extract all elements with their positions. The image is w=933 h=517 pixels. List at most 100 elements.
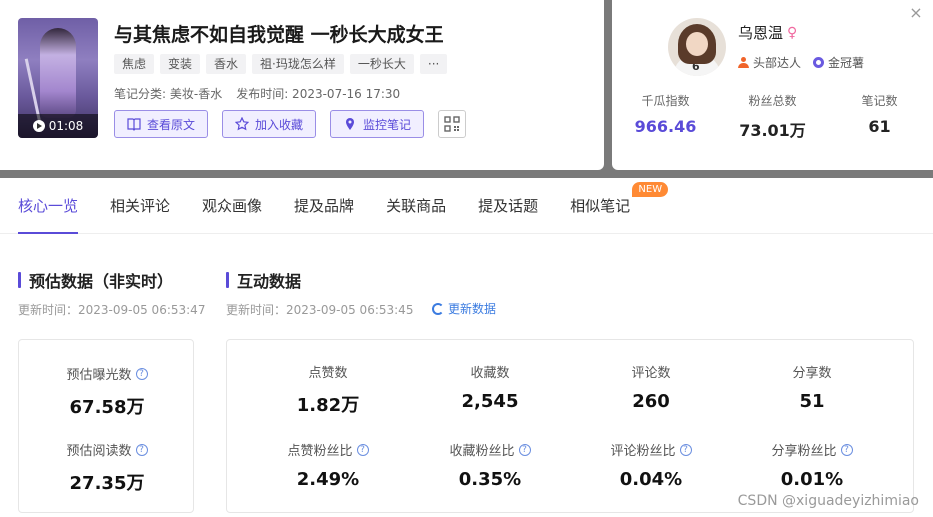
- tag[interactable]: 焦虑: [114, 54, 155, 74]
- metric-comments: 评论数 260: [570, 362, 732, 412]
- book-icon: [127, 118, 141, 131]
- stat-label: 笔记数: [861, 94, 898, 108]
- refresh-data-link[interactable]: 更新数据: [432, 300, 496, 317]
- metric-label-text: 预估阅读数: [66, 444, 132, 459]
- metric-value: 51: [799, 391, 825, 412]
- play-icon: [32, 120, 45, 132]
- author-name[interactable]: 乌恩温 ♀: [738, 22, 797, 43]
- duration-text: 01:08: [48, 119, 84, 133]
- avatar-face: [686, 32, 708, 56]
- tab-related-comments[interactable]: 相关评论: [110, 178, 170, 234]
- tab-mentioned-topics[interactable]: 提及话题: [478, 178, 538, 234]
- help-icon[interactable]: ?: [356, 443, 369, 456]
- tab-related-products[interactable]: 关联商品: [386, 178, 446, 234]
- metric-share-fan-ratio: 分享粉丝比 ? 0.01%: [731, 440, 893, 490]
- stat-qiangua-index: 千瓜指数 966.46: [612, 92, 719, 141]
- metric-value: 0.35%: [458, 469, 522, 490]
- refresh-icon: [432, 302, 444, 315]
- metric-label-text: 点赞粉丝比: [287, 444, 353, 459]
- close-icon[interactable]: ×: [909, 5, 923, 21]
- top-creator-badge: 头部达人: [738, 54, 801, 71]
- metric-favorites: 收藏数 2,545: [409, 362, 571, 412]
- gold-crown-label: 金冠薯: [828, 56, 865, 70]
- note-meta: 笔记分类: 美妆-香水 发布时间: 2023-07-16 17:30: [114, 85, 400, 102]
- interaction-title-text: 互动数据: [237, 272, 302, 291]
- metric-estimated-exposure: 预估曝光数 ? 67.58万: [19, 364, 195, 419]
- help-icon[interactable]: ?: [840, 443, 853, 456]
- interaction-metrics-panel: 点赞数 1.82万 收藏数 2,545 评论数 260 分享数 51 点赞粉丝比…: [226, 339, 914, 513]
- add-favorite-label: 加入收藏: [255, 117, 304, 132]
- note-tags: 焦虑 变装 香水 祖·玛珑怎么样 一秒长大 ···: [114, 54, 448, 74]
- metric-label: 收藏数: [470, 366, 510, 381]
- author-stats: 千瓜指数 966.46 粉丝总数 73.01万 笔记数 61: [612, 92, 933, 141]
- qr-code-button[interactable]: [438, 110, 467, 138]
- stat-note-count: 笔记数 61: [826, 92, 933, 141]
- metric-value: 0.01%: [780, 469, 844, 490]
- metric-likes: 点赞数 1.82万: [247, 362, 409, 417]
- metric-value: 27.35万: [69, 473, 145, 494]
- view-original-label: 查看原文: [147, 117, 196, 132]
- tag[interactable]: 祖·玛珑怎么样: [252, 54, 344, 74]
- metric-value: 0.04%: [619, 469, 683, 490]
- publish-time: 发布时间: 2023-07-16 17:30: [236, 87, 401, 101]
- tag[interactable]: 一秒长大: [349, 54, 414, 74]
- watermark: CSDN @xiguadeyizhimiao: [737, 493, 919, 509]
- note-title: 与其焦虑不如自我觉醒 一秒长大成女王: [114, 24, 444, 46]
- help-icon[interactable]: ?: [679, 443, 692, 456]
- section-accent-bar: [226, 272, 229, 288]
- tab-core-overview[interactable]: 核心一览: [18, 178, 79, 234]
- metric-label: 预估阅读数 ?: [19, 440, 195, 459]
- estimated-section-title: 预估数据（非实时）: [18, 268, 173, 292]
- estimated-title-text: 预估数据（非实时）: [29, 272, 174, 291]
- tag[interactable]: 变装: [160, 54, 201, 74]
- author-badges: 头部达人 金冠薯: [738, 54, 864, 71]
- monitor-note-label: 监控笔记: [363, 117, 412, 132]
- tag[interactable]: 香水: [206, 54, 247, 74]
- note-actions: 查看原文 加入收藏 监控笔记: [114, 110, 467, 138]
- metric-value: 2.49%: [296, 469, 360, 490]
- metric-label-text: 预估曝光数: [66, 368, 132, 383]
- interaction-updated-time: 更新时间：2023-09-05 06:53:45: [226, 303, 414, 317]
- author-name-text: 乌恩温: [738, 24, 784, 42]
- add-favorite-button[interactable]: 加入收藏: [222, 110, 317, 138]
- help-icon[interactable]: ?: [135, 443, 148, 456]
- crown-icon: [813, 57, 825, 68]
- top-creator-label: 头部达人: [753, 56, 802, 70]
- stat-value: 966.46: [634, 117, 697, 136]
- help-icon[interactable]: ?: [135, 367, 148, 380]
- metric-label: 评论粉丝比 ?: [570, 440, 732, 459]
- metric-label: 点赞粉丝比 ?: [247, 440, 409, 459]
- monitor-note-button[interactable]: 监控笔记: [330, 110, 425, 138]
- female-icon: ♀: [787, 24, 798, 41]
- note-cover-thumbnail[interactable]: 01:08: [18, 18, 98, 138]
- location-pin-icon: [346, 118, 355, 130]
- metric-label: 收藏粉丝比 ?: [409, 440, 571, 459]
- metric-comment-fan-ratio: 评论粉丝比 ? 0.04%: [570, 440, 732, 490]
- metric-value: 2,545: [461, 391, 519, 412]
- refresh-data-label: 更新数据: [448, 302, 497, 316]
- tab-audience-profile[interactable]: 观众画像: [202, 178, 262, 234]
- view-original-button[interactable]: 查看原文: [114, 110, 209, 138]
- tab-similar-notes-label: 相似笔记: [570, 197, 631, 215]
- gold-crown-badge: 金冠薯: [813, 54, 864, 71]
- video-duration: 01:08: [18, 114, 98, 138]
- tab-mentioned-brands[interactable]: 提及品牌: [294, 178, 354, 234]
- star-icon: [235, 117, 250, 131]
- metric-like-fan-ratio: 点赞粉丝比 ? 2.49%: [247, 440, 409, 490]
- metric-favorite-fan-ratio: 收藏粉丝比 ? 0.35%: [409, 440, 571, 490]
- metric-label-text: 评论粉丝比: [610, 444, 676, 459]
- more-tags-button[interactable]: ···: [419, 54, 448, 74]
- estimated-updated-time: 更新时间：2023-09-05 06:53:47: [18, 303, 206, 317]
- metric-label: 分享粉丝比 ?: [731, 440, 893, 459]
- author-card: × 乌恩温 ♀ 头部达人 金冠薯 千瓜指数 966.46 粉丝总数 73.01万…: [612, 0, 933, 170]
- interaction-section-title: 互动数据: [226, 268, 301, 292]
- metric-value: 1.82万: [296, 395, 360, 416]
- metric-label: 点赞数: [308, 366, 348, 381]
- person-icon: [738, 57, 749, 68]
- help-icon[interactable]: ?: [518, 443, 531, 456]
- stat-label: 千瓜指数: [641, 94, 690, 108]
- avatar[interactable]: [668, 18, 726, 76]
- metric-label: 分享数: [792, 366, 832, 381]
- tab-similar-notes[interactable]: 相似笔记 NEW: [570, 178, 669, 234]
- qr-code-icon: [444, 116, 460, 132]
